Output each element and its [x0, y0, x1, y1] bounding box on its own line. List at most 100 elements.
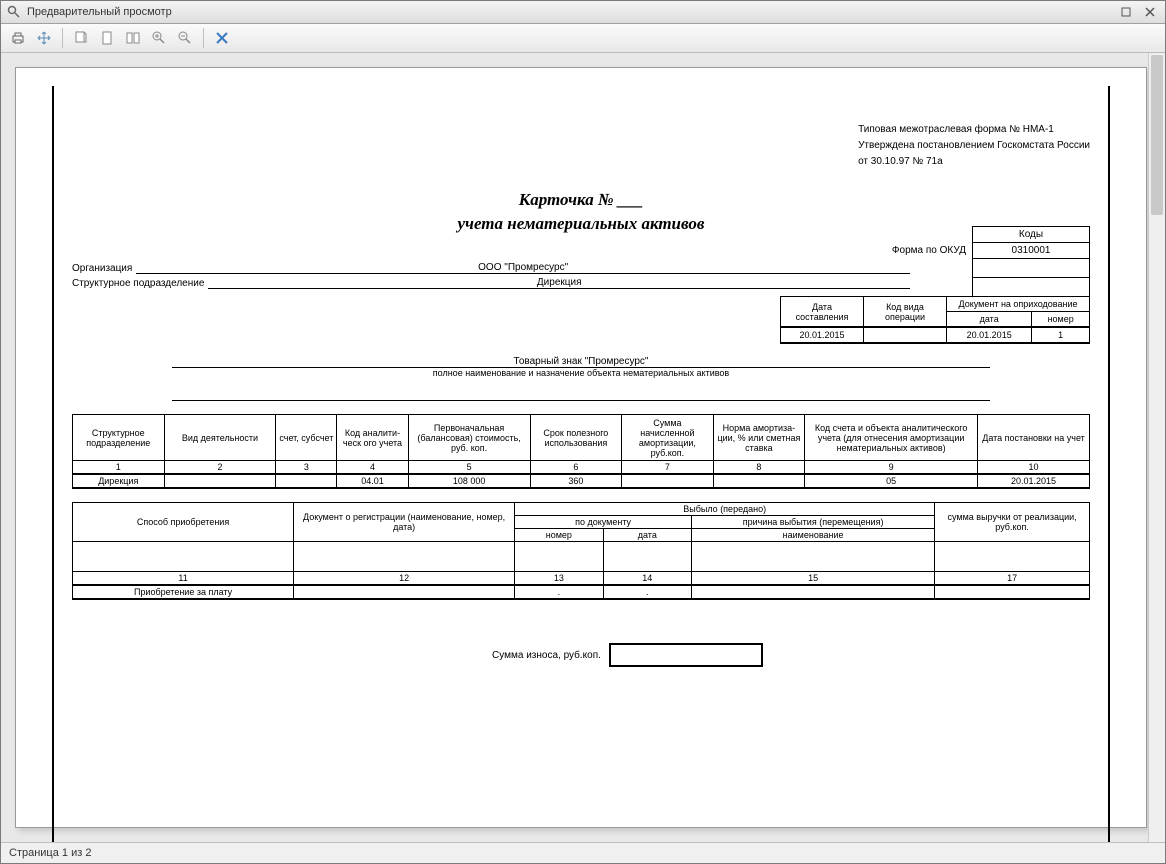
mn1: 2: [164, 461, 276, 475]
sc-name: наименование: [692, 529, 935, 542]
app-icon: [7, 5, 21, 19]
sc-reason: причина выбытия (перемещения): [692, 516, 935, 529]
separator: [62, 28, 63, 48]
sn4: 15: [692, 572, 935, 586]
zoom-in-icon[interactable]: [148, 27, 170, 49]
sc-out: Выбыло (передано): [515, 503, 935, 516]
mn2: 3: [276, 461, 337, 475]
close-doc-icon[interactable]: [211, 27, 233, 49]
dept-value: Дирекция: [208, 277, 910, 289]
sc-bydoc: по документу: [515, 516, 692, 529]
preview-window: Предварительный просмотр: [0, 0, 1166, 864]
tm-block: Товарный знак "Промресурс" полное наимен…: [172, 356, 990, 379]
sr3: .: [603, 585, 691, 599]
mr2: [276, 474, 337, 488]
hdr-sub-date: дата: [947, 312, 1032, 328]
form-line2: Утверждена постановлением Госкомстата Ро…: [858, 138, 1090, 154]
mn8: 9: [805, 461, 978, 475]
titlebar: Предварительный просмотр: [1, 1, 1165, 24]
form-line1: Типовая межотраслевая форма № НМА-1: [858, 122, 1090, 138]
move-icon[interactable]: [33, 27, 55, 49]
page-viewport: Типовая межотраслевая форма № НМА-1 Утве…: [1, 53, 1165, 842]
header-table: Дата составления Код вида операции Докум…: [780, 296, 1090, 344]
hdr-doc-label: Документ на оприходование: [947, 297, 1090, 312]
mc3: Код аналити-ческ ого учета: [337, 415, 408, 461]
mc4: Первоначальная (балансовая) стоимость, р…: [408, 415, 530, 461]
hdr-date-val: 20.01.2015: [781, 327, 864, 343]
minimize-button[interactable]: [1117, 5, 1135, 19]
sr0: Приобретение за плату: [73, 585, 294, 599]
sr5: [935, 585, 1090, 599]
mn7: 8: [713, 461, 805, 475]
scrollbar-thumb[interactable]: [1151, 55, 1163, 215]
page-fit-icon[interactable]: [70, 27, 92, 49]
mr6: [622, 474, 714, 488]
mr9: 20.01.2015: [978, 474, 1090, 488]
tm-name: Товарный знак "Промресурс": [172, 356, 990, 368]
hdr-date-label: Дата составления: [781, 297, 864, 328]
hdr-doc-date-val: 20.01.2015: [947, 327, 1032, 343]
sn5: 17: [935, 572, 1090, 586]
toolbar: [1, 24, 1165, 53]
sn3: 14: [603, 572, 691, 586]
mc2: счет, субсчет: [276, 415, 337, 461]
sc-acq: Способ приобретения: [73, 503, 294, 542]
sc-reg: Документ о регистрации (наименование, но…: [294, 503, 515, 542]
print-icon[interactable]: [7, 27, 29, 49]
sn1: 12: [294, 572, 515, 586]
mn9: 10: [978, 461, 1090, 475]
mc5: Срок полезного использования: [530, 415, 622, 461]
separator: [203, 28, 204, 48]
secondary-table: Способ приобретения Документ о регистрац…: [72, 502, 1090, 600]
okud-value: 0310001: [973, 243, 1090, 259]
statusbar: Страница 1 из 2: [1, 842, 1165, 863]
codes-header: Коды: [973, 227, 1090, 243]
window-title: Предварительный просмотр: [27, 6, 172, 18]
form-line3: от 30.10.97 № 71а: [858, 154, 1090, 170]
page: Типовая межотраслевая форма № НМА-1 Утве…: [15, 67, 1147, 828]
hdr-sub-num: номер: [1032, 312, 1090, 328]
vertical-scrollbar[interactable]: [1148, 53, 1165, 842]
sn2: 13: [515, 572, 603, 586]
tm-caption: полное наименование и назначение объекта…: [433, 368, 729, 378]
sr1: [294, 585, 515, 599]
org-lines: Организация ООО "Промресурс" Структурное…: [72, 262, 910, 292]
page-one-icon[interactable]: [96, 27, 118, 49]
tm-blank-line: [172, 388, 990, 401]
close-button[interactable]: [1141, 5, 1159, 19]
mc1: Вид деятельности: [164, 415, 276, 461]
org-label: Организация: [72, 263, 132, 274]
sr4: [692, 585, 935, 599]
mr5: 360: [530, 474, 622, 488]
mr8: 05: [805, 474, 978, 488]
page-indicator: Страница 1 из 2: [9, 847, 91, 859]
mn5: 6: [530, 461, 622, 475]
mn4: 5: [408, 461, 530, 475]
zoom-out-icon[interactable]: [174, 27, 196, 49]
mr0: Дирекция: [73, 474, 165, 488]
page-multi-icon[interactable]: [122, 27, 144, 49]
okud-label: Форма по ОКУД: [884, 243, 973, 259]
org-value: ООО "Промресурс": [136, 262, 910, 274]
hdr-op-label: Код вида операции: [864, 297, 947, 328]
mr4: 108 000: [408, 474, 530, 488]
mc7: Норма амортиза-ции, % или сметная ставка: [713, 415, 805, 461]
sn0: 11: [73, 572, 294, 586]
form-info: Типовая межотраслевая форма № НМА-1 Утве…: [858, 122, 1090, 170]
wear-label: Сумма износа, руб.коп.: [492, 650, 601, 661]
sr2: .: [515, 585, 603, 599]
sc-date: дата: [603, 529, 691, 542]
wear-value-box: [609, 643, 763, 667]
mr7: [713, 474, 805, 488]
mn3: 4: [337, 461, 408, 475]
mc0: Структурное подразделение: [73, 415, 165, 461]
mn0: 1: [73, 461, 165, 475]
mr1: [164, 474, 276, 488]
dept-label: Структурное подразделение: [72, 278, 204, 289]
mc8: Код счета и объекта аналитического учета…: [805, 415, 978, 461]
hdr-doc-num-val: 1: [1032, 327, 1090, 343]
sc-sum: сумма выручки от реализации, руб.коп.: [935, 503, 1090, 542]
mc6: Сумма начисленной амортизации, руб.коп.: [622, 415, 714, 461]
title-l1: Карточка № ___: [52, 188, 1110, 212]
mc9: Дата постановки на учет: [978, 415, 1090, 461]
